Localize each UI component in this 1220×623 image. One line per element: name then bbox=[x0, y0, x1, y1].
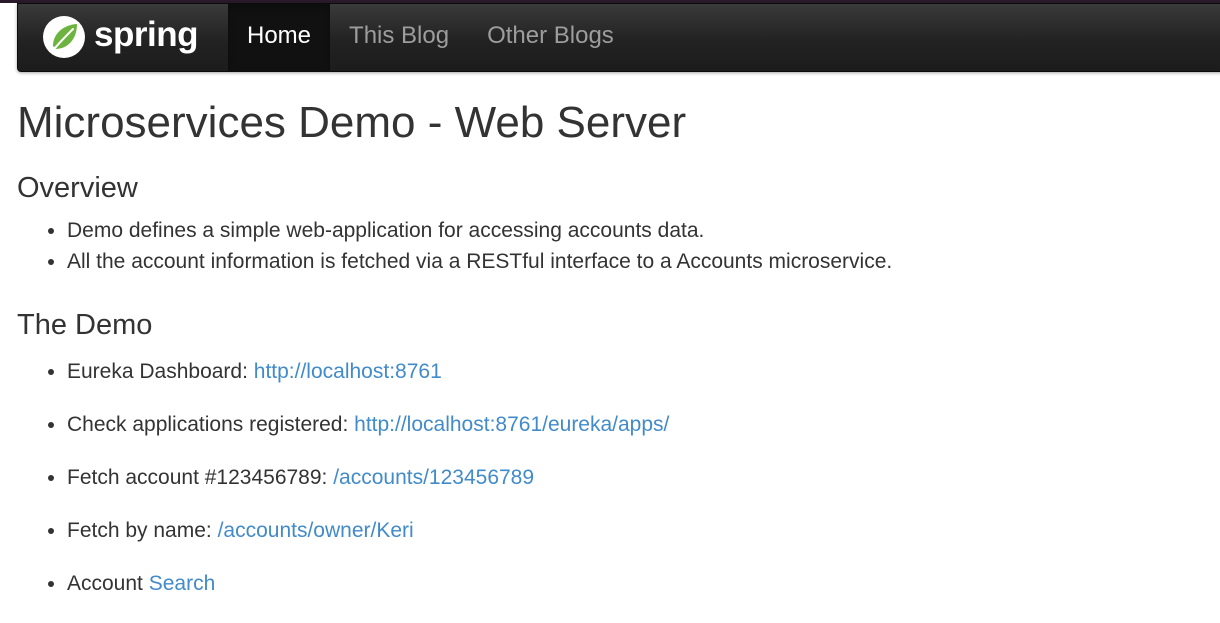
account-search-link[interactable]: Search bbox=[149, 572, 216, 595]
overview-heading: Overview bbox=[17, 172, 138, 204]
overview-list: Demo defines a simple web-application fo… bbox=[17, 215, 1207, 277]
demo-item-fetch-by-name: Fetch by name: /accounts/owner/Keri bbox=[67, 515, 1207, 546]
eureka-dashboard-link[interactable]: http://localhost:8761 bbox=[254, 360, 442, 383]
navbar: spring Home This Blog Other Blogs bbox=[17, 3, 1220, 72]
spring-leaf-icon bbox=[43, 16, 85, 58]
demo-list: Eureka Dashboard: http://localhost:8761 … bbox=[17, 356, 1207, 599]
fetch-account-link[interactable]: /accounts/123456789 bbox=[333, 466, 534, 489]
registered-apps-link[interactable]: http://localhost:8761/eureka/apps/ bbox=[354, 413, 669, 436]
nav-link-other-blogs[interactable]: Other Blogs bbox=[468, 4, 633, 71]
demo-item-label: Fetch by name: bbox=[67, 519, 218, 542]
demo-item-label: Fetch account #123456789: bbox=[67, 466, 334, 489]
demo-item-label: Eureka Dashboard: bbox=[67, 360, 254, 383]
demo-item-label: Account bbox=[67, 572, 149, 595]
demo-heading: The Demo bbox=[17, 309, 153, 341]
main-content: Microservices Demo - Web Server Overview… bbox=[17, 92, 1207, 621]
nav-item-other-blogs: Other Blogs bbox=[468, 4, 633, 71]
overview-item: All the account information is fetched v… bbox=[67, 246, 1207, 277]
demo-item-account-search: Account Search bbox=[67, 568, 1207, 599]
nav-item-this-blog: This Blog bbox=[330, 4, 468, 71]
nav-link-home[interactable]: Home bbox=[228, 4, 331, 71]
demo-item-label: Check applications registered: bbox=[67, 413, 355, 436]
brand-wordmark: spring bbox=[94, 14, 198, 54]
spring-brand-link[interactable]: spring bbox=[42, 14, 198, 60]
nav-item-home: Home bbox=[228, 4, 331, 71]
nav-menu: Home This Blog Other Blogs bbox=[228, 4, 633, 71]
demo-item-eureka-dashboard: Eureka Dashboard: http://localhost:8761 bbox=[67, 356, 1207, 387]
page-title: Microservices Demo - Web Server bbox=[17, 98, 687, 147]
demo-item-fetch-account: Fetch account #123456789: /accounts/1234… bbox=[67, 462, 1207, 493]
fetch-by-name-link[interactable]: /accounts/owner/Keri bbox=[218, 519, 414, 542]
demo-item-registered-apps: Check applications registered: http://lo… bbox=[67, 409, 1207, 440]
overview-item: Demo defines a simple web-application fo… bbox=[67, 215, 1207, 246]
nav-link-this-blog[interactable]: This Blog bbox=[330, 4, 468, 71]
